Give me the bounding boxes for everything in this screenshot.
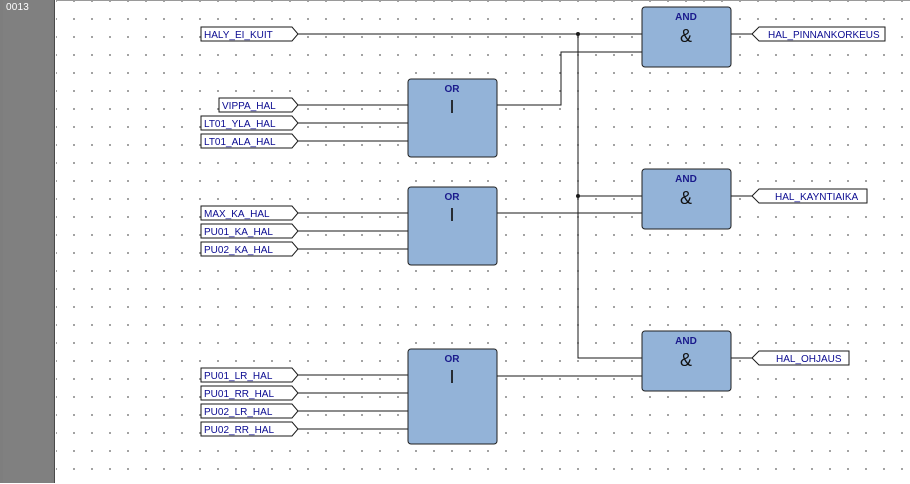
input-pin-label: VIPPA_HAL	[222, 101, 276, 112]
input-pin[interactable]: PU02_RR_HAL	[200, 421, 299, 437]
input-pin[interactable]: PU02_LR_HAL	[200, 403, 299, 419]
input-pin-label: PU01_RR_HAL	[204, 389, 274, 400]
or-symbol-icon: I	[449, 97, 454, 117]
and-block[interactable]: AND &	[641, 6, 732, 68]
input-pin[interactable]: PU01_KA_HAL	[200, 223, 299, 239]
wire-or1-to-and1	[497, 51, 642, 106]
junction-dot-2	[576, 194, 580, 198]
input-pin-label: PU02_KA_HAL	[204, 245, 273, 256]
and-symbol-icon: &	[680, 188, 692, 208]
and-symbol-icon: &	[680, 26, 692, 46]
or-symbol-icon: I	[449, 367, 454, 387]
input-pin-label: HALY_EI_KUIT	[204, 30, 273, 41]
output-pin[interactable]: HAL_OHJAUS	[751, 350, 850, 366]
output-pin-label: HAL_KAYNTIAIKA	[775, 192, 859, 203]
rung-number-bar: 0013	[0, 0, 55, 483]
input-pin[interactable]: LT01_ALA_HAL	[200, 133, 299, 149]
input-pin[interactable]: PU01_RR_HAL	[200, 385, 299, 401]
input-pin[interactable]: MAX_KA_HAL	[200, 205, 299, 221]
input-pin[interactable]: LT01_YLA_HAL	[200, 115, 299, 131]
output-pin-label: HAL_PINNANKORKEUS	[768, 30, 880, 41]
input-pin-label: LT01_YLA_HAL	[204, 119, 276, 130]
input-pin[interactable]: VIPPA_HAL	[218, 97, 299, 113]
or-block[interactable]: OR I	[407, 186, 498, 266]
or-block[interactable]: OR I	[407, 78, 498, 158]
block-type-label: AND	[675, 174, 697, 185]
input-pin-label: PU01_KA_HAL	[204, 227, 273, 238]
output-pin-label: HAL_OHJAUS	[776, 354, 842, 365]
block-type-label: OR	[445, 192, 461, 203]
diagram-canvas[interactable]: HALY_EI_KUIT VIPPA_HAL LT01_YLA_HAL LT01…	[56, 0, 910, 483]
output-pin[interactable]: HAL_PINNANKORKEUS	[751, 26, 886, 42]
rung-number: 0013	[6, 2, 30, 13]
input-pin-label: PU01_LR_HAL	[204, 371, 273, 382]
block-type-label: AND	[675, 336, 697, 347]
input-pin[interactable]: PU01_LR_HAL	[200, 367, 299, 383]
block-type-label: AND	[675, 12, 697, 23]
output-pin[interactable]: HAL_KAYNTIAIKA	[751, 188, 868, 204]
and-block[interactable]: AND &	[641, 330, 732, 392]
input-pin[interactable]: HALY_EI_KUIT	[200, 26, 299, 42]
input-pin-label: MAX_KA_HAL	[204, 209, 270, 220]
and-symbol-icon: &	[680, 350, 692, 370]
input-pin[interactable]: PU02_KA_HAL	[200, 241, 299, 257]
input-pin-label: LT01_ALA_HAL	[204, 137, 276, 148]
rung-bar-inner	[3, 0, 51, 483]
or-symbol-icon: I	[449, 205, 454, 225]
block-type-label: OR	[445, 354, 461, 365]
junction-dot-1	[576, 32, 580, 36]
or-block[interactable]: OR I	[407, 348, 498, 445]
and-block[interactable]: AND &	[641, 168, 732, 230]
function-block-diagram: HALY_EI_KUIT VIPPA_HAL LT01_YLA_HAL LT01…	[200, 6, 886, 445]
block-type-label: OR	[445, 84, 461, 95]
input-pin-label: PU02_RR_HAL	[204, 425, 274, 436]
input-pin-label: PU02_LR_HAL	[204, 407, 273, 418]
